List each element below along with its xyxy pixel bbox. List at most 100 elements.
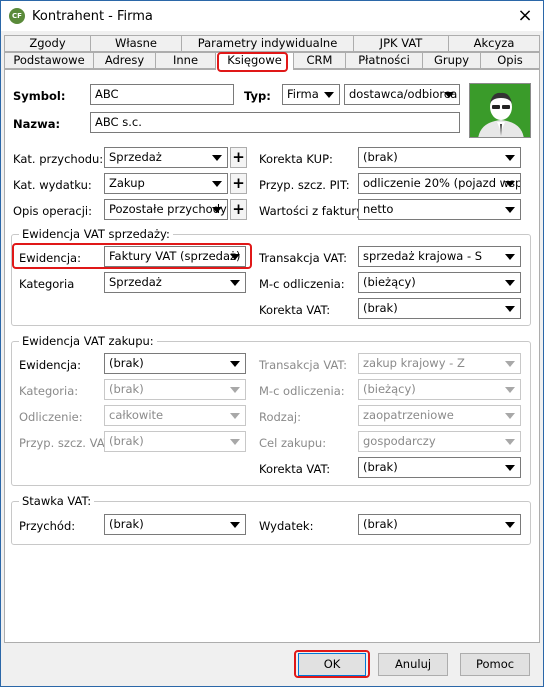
rola-value: dostawca/odbiorca [349,87,458,101]
tab-akcyza[interactable]: Akcyza [448,35,540,52]
chevron-down-icon [230,387,240,393]
chevron-down-icon [230,413,240,419]
chevron-down-icon [505,155,515,161]
chevron-down-icon [324,92,334,98]
tab-ksiegowe-highlight [217,52,288,72]
contractor-avatar-icon[interactable] [469,83,531,138]
dialog-window: CF Kontrahent - Firma × Zgody Własne Par… [0,0,544,687]
mc-sprzedazy-value: (bieżący) [363,275,416,289]
przyp-pit-select[interactable]: odliczenie 20% (pojazd wspó [358,173,521,194]
chevron-down-icon [505,306,515,312]
przyp-vat-select[interactable]: (brak) [104,431,246,452]
cel-zakupu-label: Cel zakupu: [259,436,327,450]
chevron-down-icon [230,522,240,528]
chevron-down-icon [230,280,240,286]
tab-adresy[interactable]: Adresy [93,52,156,69]
cancel-button[interactable]: Anuluj [378,653,448,676]
przyp-vat-label: Przyp. szcz. VAT: [19,436,114,450]
przychod-select[interactable]: (brak) [104,514,246,535]
chevron-down-icon [505,387,515,393]
przychod-label: Przychód: [19,519,76,533]
typ-value: Firma [287,87,319,101]
help-button[interactable]: Pomoc [460,653,530,676]
odliczenie-value: całkowite [109,408,164,422]
wydatek-select[interactable]: (brak) [358,514,521,535]
rodzaj-label: Rodzaj: [259,410,301,424]
add-opis-operacji-button[interactable]: + [230,199,247,220]
kategoria-sprzedazy-value: Sprzedaż [109,275,162,289]
ewidencja-sprzedazy-select[interactable]: Faktury VAT (sprzedaż) [104,246,246,267]
chevron-down-icon [505,280,515,286]
close-icon[interactable]: × [511,3,539,29]
opis-operacji-value: Pozostałe przychody [109,202,227,216]
chevron-down-icon [212,207,222,213]
kat-wydatku-select[interactable]: Zakup [104,173,228,194]
mc-sprzedazy-select[interactable]: (bieżący) [358,272,521,293]
korekta-zakupu-select[interactable]: (brak) [358,457,521,478]
wartosci-select[interactable]: netto [358,199,521,220]
transakcja-sprzedazy-label: Transakcja VAT: [259,251,348,265]
vat-zakupu-title: Ewidencja VAT zakupu: [19,334,157,348]
mc-sprzedazy-label: M-c odliczenia: [259,277,345,291]
korekta-sprzedazy-label: Korekta VAT: [259,303,331,317]
przyp-vat-value: (brak) [109,434,144,448]
korekta-kup-select[interactable]: (brak) [358,147,521,168]
ewidencja-zakupu-select[interactable]: (brak) [104,353,246,374]
add-kat-przychodu-button[interactable]: + [230,147,247,168]
tab-zgody[interactable]: Zgody [4,35,91,52]
symbol-input[interactable]: ABC [90,84,234,105]
ewidencja-zakupu-value: (brak) [109,356,144,370]
tab-grupy[interactable]: Grupy [422,52,481,69]
opis-operacji-select[interactable]: Pozostałe przychody [104,199,228,220]
cel-zakupu-value: gospodarczy [363,434,436,448]
wydatek-label: Wydatek: [259,519,314,533]
vat-sprzedazy-title: Ewidencja VAT sprzedaży: [19,227,173,241]
korekta-kup-value: (brak) [363,150,398,164]
window-title: Kontrahent - Firma [32,9,153,24]
chevron-down-icon [505,254,515,260]
kat-przychodu-label: Kat. przychodu: [13,152,104,166]
symbol-label: Symbol: [13,89,66,103]
chevron-down-icon [505,465,515,471]
transakcja-zakupu-select[interactable]: zakup krajowy - Z [358,353,521,374]
typ-select[interactable]: Firma [282,84,340,105]
mc-zakupu-label: M-c odliczenia: [259,384,345,398]
transakcja-zakupu-value: zakup krajowy - Z [363,356,465,370]
transakcja-sprzedazy-select[interactable]: sprzedaż krajowa - S [358,246,521,267]
tab-jpk-vat[interactable]: JPK VAT [353,35,449,52]
tab-platnosci[interactable]: Płatności [345,52,423,69]
tab-wlasne[interactable]: Własne [90,35,182,52]
add-kat-wydatku-button[interactable]: + [230,173,247,194]
przyp-pit-value: odliczenie 20% (pojazd wspó [363,176,521,190]
typ-label: Typ: [244,89,271,103]
rola-select[interactable]: dostawca/odbiorca [344,84,460,105]
chevron-down-icon [505,181,515,187]
przychod-value: (brak) [109,517,144,531]
stawka-vat-title: Stawka VAT: [19,494,95,508]
mc-zakupu-value: (bieżący) [363,382,416,396]
kategoria-sprzedazy-select[interactable]: Sprzedaż [104,272,246,293]
transakcja-zakupu-label: Transakcja VAT: [259,358,348,372]
ewidencja-zakupu-label: Ewidencja: [19,358,81,372]
tab-inne[interactable]: Inne [155,52,216,69]
kat-przychodu-value: Sprzedaż [109,150,162,164]
nazwa-input[interactable]: ABC s.c. [90,112,460,133]
cel-zakupu-select[interactable]: gospodarczy [358,431,521,452]
ok-button[interactable]: OK [298,653,366,676]
chevron-down-icon [230,439,240,445]
tab-podstawowe[interactable]: Podstawowe [4,52,94,69]
rodzaj-value: zaopatrzeniowe [363,408,454,422]
kategoria-zakupu-value: (brak) [109,382,144,396]
kat-przychodu-select[interactable]: Sprzedaż [104,147,228,168]
kategoria-zakupu-select[interactable]: (brak) [104,379,246,400]
tab-parametry-indywidualne[interactable]: Parametry indywidualne [181,35,354,52]
chevron-down-icon [444,92,454,98]
korekta-sprzedazy-select[interactable]: (brak) [358,298,521,319]
opis-operacji-label: Opis operacji: [13,204,92,218]
rodzaj-select[interactable]: zaopatrzeniowe [358,405,521,426]
odliczenie-select[interactable]: całkowite [104,405,246,426]
wartosci-label: Wartości z faktury: [259,204,366,218]
mc-zakupu-select[interactable]: (bieżący) [358,379,521,400]
tab-opis[interactable]: Opis [480,52,540,69]
tab-crm[interactable]: CRM [293,52,346,69]
